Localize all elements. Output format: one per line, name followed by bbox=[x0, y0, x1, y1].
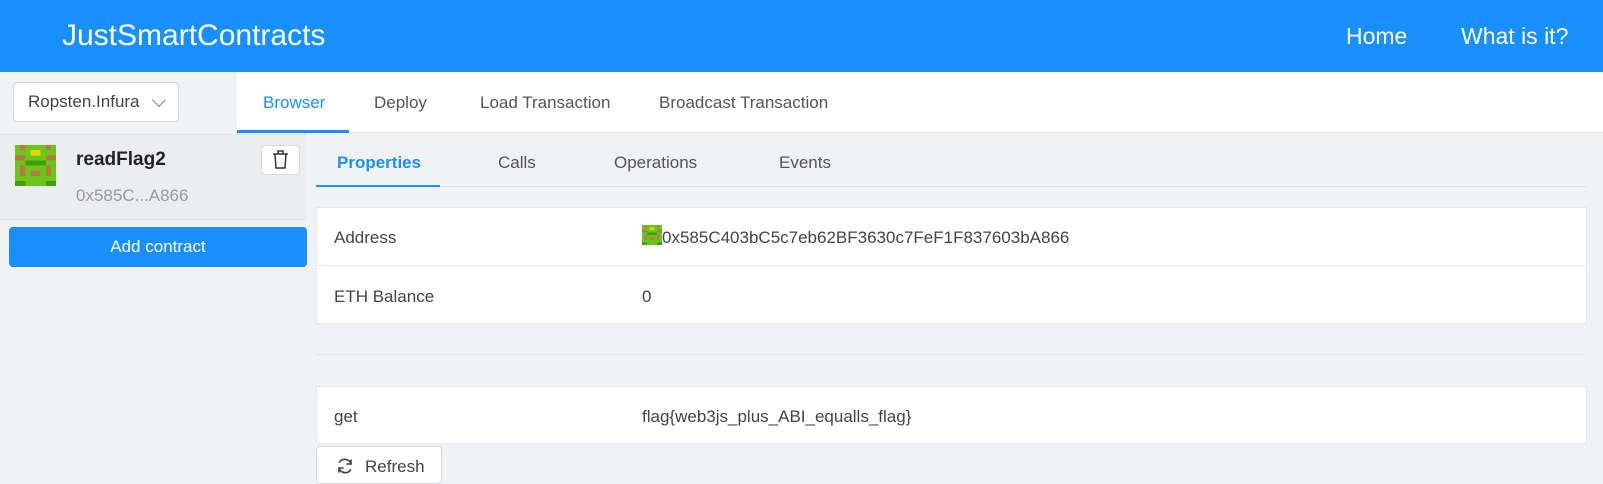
call-label: get bbox=[334, 407, 358, 426]
property-label: ETH Balance bbox=[334, 287, 435, 306]
property-label: Address bbox=[334, 228, 397, 247]
tab-operations[interactable]: Operations bbox=[614, 152, 697, 174]
tab-broadcast-transaction[interactable]: Broadcast Transaction bbox=[659, 92, 828, 114]
contract-name: readFlag2 bbox=[76, 149, 166, 170]
identicon-avatar-icon bbox=[15, 145, 56, 186]
refresh-label: Refresh bbox=[365, 457, 425, 476]
call-result-value: flag{web3js_plus_ABI_equalls_flag} bbox=[642, 407, 912, 426]
trash-icon bbox=[273, 150, 288, 169]
refresh-icon bbox=[338, 458, 352, 474]
top-tabs: Browser Deploy Load Transaction Broadcas… bbox=[237, 72, 1603, 133]
chevron-down-icon bbox=[151, 92, 167, 108]
brand-title[interactable]: JustSmartContracts bbox=[62, 18, 325, 54]
eth-balance-value: 0 bbox=[642, 287, 652, 306]
nav-home[interactable]: Home bbox=[1346, 22, 1407, 50]
nav-what-is-it[interactable]: What is it? bbox=[1461, 22, 1568, 50]
contract-address-short: 0x585C...A866 bbox=[76, 186, 189, 205]
network-select-value: Ropsten.Infura bbox=[28, 92, 140, 111]
section-divider bbox=[316, 354, 1586, 355]
tab-calls[interactable]: Calls bbox=[498, 152, 536, 174]
property-row-address: Address 0x585C403bC5c7eb62BF3630c7FeF1F8… bbox=[316, 207, 1587, 266]
contract-address-value: 0x585C403bC5c7eb62BF3630c7FeF1F837603bA8… bbox=[662, 228, 1070, 247]
tab-browser[interactable]: Browser bbox=[263, 92, 325, 114]
refresh-button[interactable]: Refresh bbox=[316, 446, 442, 484]
contract-card[interactable]: readFlag2 0x585C...A866 bbox=[0, 134, 306, 220]
tab-deploy[interactable]: Deploy bbox=[374, 92, 427, 114]
tab-load-transaction[interactable]: Load Transaction bbox=[480, 92, 610, 114]
delete-contract-button[interactable] bbox=[261, 145, 300, 175]
app-header: JustSmartContracts Home What is it? bbox=[0, 0, 1603, 72]
property-row-balance: ETH Balance 0 bbox=[316, 265, 1587, 324]
active-subtab-indicator bbox=[316, 185, 440, 187]
tab-events[interactable]: Events bbox=[779, 152, 831, 174]
call-row-get: get flag{web3js_plus_ABI_equalls_flag} bbox=[316, 386, 1587, 444]
network-select[interactable]: Ropsten.Infura bbox=[13, 82, 179, 122]
sub-tabs: Properties Calls Operations Events bbox=[316, 134, 1586, 187]
active-tab-indicator bbox=[237, 130, 349, 133]
identicon-icon bbox=[642, 225, 662, 245]
tab-properties[interactable]: Properties bbox=[337, 152, 421, 174]
add-contract-button[interactable]: Add contract bbox=[9, 227, 307, 267]
